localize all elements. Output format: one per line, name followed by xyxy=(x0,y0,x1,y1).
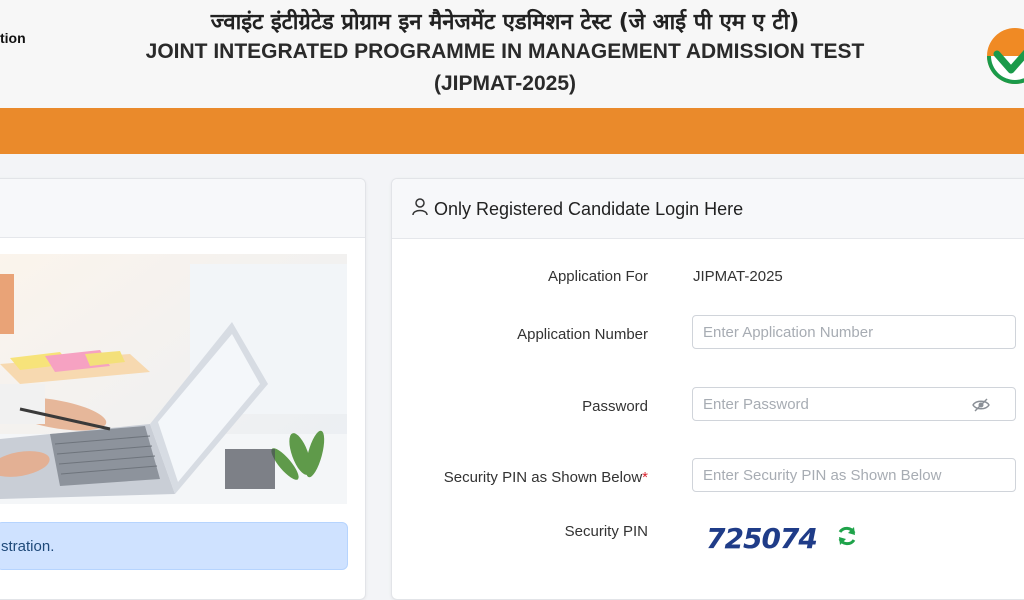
tricolor-check-emblem-icon xyxy=(987,28,1024,84)
page-title-english: JOINT INTEGRATED PROGRAMME IN MANAGEMENT… xyxy=(145,40,865,63)
orange-nav-band xyxy=(0,108,1024,154)
application-number-label: Application Number xyxy=(517,326,648,343)
page-title-hindi: ज्वाइंट इंटीग्रेटेड प्रोग्राम इन मैनेजमे… xyxy=(210,10,800,35)
user-icon xyxy=(412,198,428,216)
password-label: Password xyxy=(582,398,648,415)
info-alert-text: stration. xyxy=(1,538,55,555)
required-mark: * xyxy=(642,469,648,486)
security-pin-input[interactable] xyxy=(703,459,1003,491)
application-number-input[interactable] xyxy=(703,316,973,348)
page-header: tion ज्वाइंट इंटीग्रेटेड प्रोग्राम इन मै… xyxy=(0,0,1024,108)
refresh-icon[interactable] xyxy=(836,525,858,547)
page-subtitle: (JIPMAT-2025) xyxy=(434,72,576,95)
security-pin-input-label-text: Security PIN as Shown Below xyxy=(443,469,643,486)
login-card-title: Only Registered Candidate Login Here xyxy=(434,199,744,219)
security-pin-label: Security PIN xyxy=(564,523,648,540)
password-input[interactable] xyxy=(703,388,973,420)
application-number-field[interactable] xyxy=(692,315,1016,349)
security-pin-field[interactable] xyxy=(692,458,1016,492)
application-for-value: JIPMAT-2025 xyxy=(693,268,783,285)
laptop-illustration-image xyxy=(0,254,347,504)
info-card-header xyxy=(0,179,365,238)
captcha-image: 725074 xyxy=(694,512,828,566)
password-field[interactable] xyxy=(692,387,1016,421)
login-card-header: Only Registered Candidate Login Here xyxy=(392,179,1024,239)
security-pin-input-label: Security PIN as Shown Below* xyxy=(444,469,648,486)
captcha-text: 725074 xyxy=(706,522,818,555)
info-alert: stration. xyxy=(0,522,348,570)
eye-slash-icon[interactable] xyxy=(972,397,990,413)
application-for-label: Application For xyxy=(547,268,648,285)
